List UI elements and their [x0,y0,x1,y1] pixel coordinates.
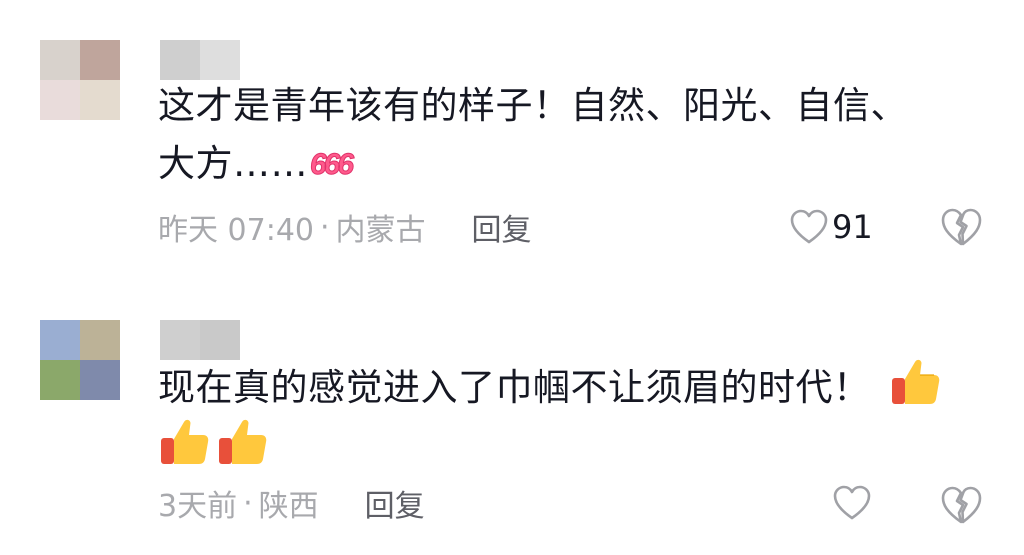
avatar[interactable] [40,40,120,120]
comment-text-tail: 大方…… [158,142,308,185]
comment-item: 现在真的感觉进入了巾帼不让须眉的时代！ 3天前 · 陕西 回复 [0,280,1024,555]
like-button[interactable] [833,480,875,526]
avatar-tile [40,80,80,120]
comment-text-continued: 大方……666 [158,134,355,195]
avatar-tile [80,320,120,360]
avatar-tile [80,40,120,80]
comment-location: 陕西 [258,489,319,524]
comment-time: 3天前 [158,489,238,524]
comment-time: 昨天 07:40 [158,213,314,248]
avatar-tile [40,360,80,400]
avatar-tile [80,360,120,400]
comment-meta: 昨天 07:40 · 内蒙古 回复 [158,204,532,250]
username-tile [200,40,240,80]
comment-text: 这才是青年该有的样子！自然、阳光、自信、 [158,84,908,127]
like-button[interactable]: 91 [790,204,873,250]
comment-meta: 3天前 · 陕西 回复 [158,480,425,526]
avatar-tile [40,320,80,360]
thumbs-up-icon [891,359,939,404]
broken-heart-icon[interactable] [940,206,982,248]
like-count: 91 [832,208,873,246]
comment-text-body: 现在真的感觉进入了巾帼不让须眉的时代！ [158,366,871,409]
username-tile [160,40,200,80]
comment-location: 内蒙古 [335,213,426,248]
sticker-666: 666 [309,148,354,182]
comment-item: 这才是青年该有的样子！自然、阳光、自信、 大方……666 昨天 07:40 · … [0,0,1024,280]
heart-outline-icon [790,209,828,244]
thumbs-up-icon [161,419,209,464]
avatar-tile [80,80,120,120]
avatar[interactable] [40,320,120,400]
thumbs-up-icon [219,419,267,464]
comment-text: 现在真的感觉进入了巾帼不让须眉的时代！ [158,354,943,418]
meta-separator: · [243,485,253,521]
meta-separator: · [320,209,330,245]
emoji-row [158,414,270,468]
reply-button[interactable]: 回复 [472,205,532,249]
avatar-tile [40,40,80,80]
heart-outline-icon [833,485,871,520]
reply-button[interactable]: 回复 [365,481,425,525]
username-blurred[interactable] [160,40,240,80]
broken-heart-icon[interactable] [940,484,982,526]
